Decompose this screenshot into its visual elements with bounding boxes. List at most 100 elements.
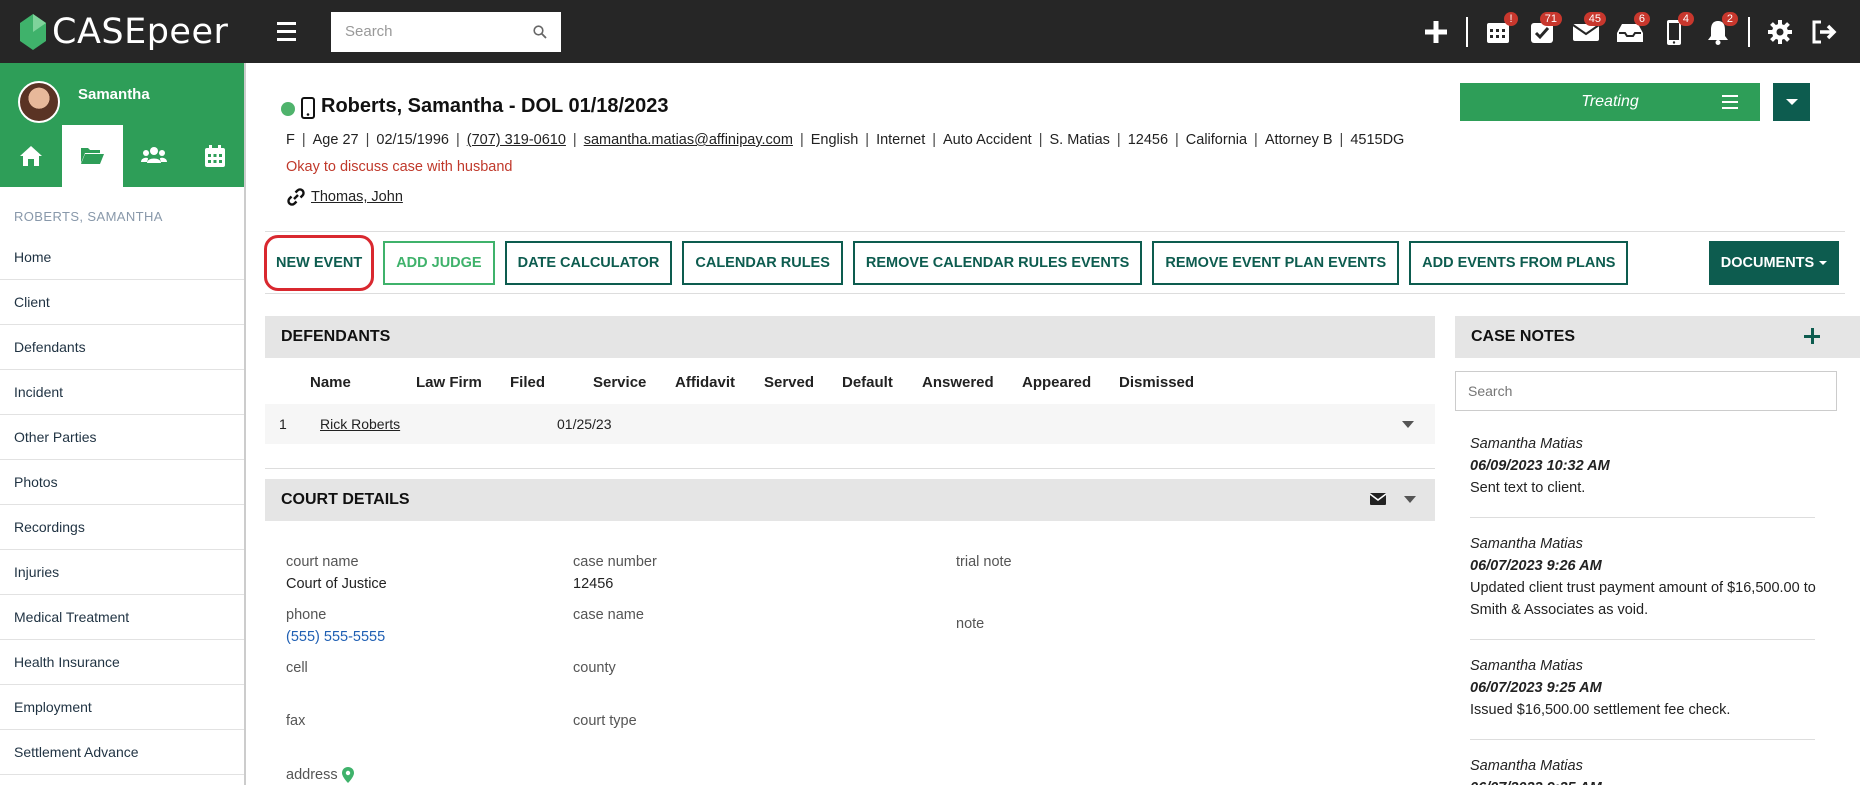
mail-button[interactable]: 45 <box>1564 0 1608 63</box>
divider <box>265 231 1845 232</box>
hamburger-icon <box>1722 95 1738 109</box>
column-appeared[interactable]: Appeared <box>1022 374 1091 391</box>
column-dismissed[interactable]: Dismissed <box>1119 374 1194 391</box>
add-judge-button[interactable]: ADD JUDGE <box>383 241 495 285</box>
table-row: 1 Rick Roberts 01/25/23 <box>265 404 1435 444</box>
info-separator: | <box>1175 132 1179 148</box>
new-event-label: NEW EVENT <box>276 255 363 271</box>
phone-label: phone <box>286 607 327 623</box>
case-title: Roberts, Samantha - DOL 01/18/2023 <box>321 95 669 117</box>
new-event-button[interactable]: NEW EVENT <box>263 235 375 291</box>
linked-contact: Thomas, John <box>286 187 403 207</box>
case-status-button[interactable]: Treating <box>1460 83 1760 121</box>
note-item[interactable]: Samantha Matias 06/07/2023 9:26 AM Updated… <box>1470 533 1820 621</box>
address-field: address <box>286 767 354 783</box>
note-timestamp: 06/09/2023 10:32 AM <box>1470 458 1610 474</box>
trial-note-label: trial note <box>956 554 1012 570</box>
column-law-firm[interactable]: Law Firm <box>416 374 482 391</box>
info-link[interactable]: samantha.matias@affinipay.com <box>584 132 793 148</box>
column-served[interactable]: Served <box>764 374 814 391</box>
add-events-from-plans-label: ADD EVENTS FROM PLANS <box>1422 255 1616 271</box>
court-details-actions <box>1370 493 1416 505</box>
info-item: English <box>810 132 859 148</box>
sidebar-item-injuries[interactable]: Injuries <box>0 550 244 595</box>
court-name-label: court name <box>286 554 359 570</box>
column-filed[interactable]: Filed <box>510 374 545 391</box>
remove-calendar-rules-events-button[interactable]: REMOVE CALENDAR RULES EVENTS <box>852 241 1143 285</box>
calendar-button[interactable]: ! <box>1476 0 1520 63</box>
info-link[interactable]: (707) 319-0610 <box>467 132 566 148</box>
sidebar-item-settlement-advance[interactable]: Settlement Advance <box>0 730 244 775</box>
note-item[interactable]: Samantha Matias 06/07/2023 9:25 AM Issued … <box>1470 655 1820 721</box>
chevron-down-icon[interactable] <box>1402 421 1414 428</box>
sidebar-item-other-parties[interactable]: Other Parties <box>0 415 244 460</box>
settings-button[interactable] <box>1758 0 1802 63</box>
defendant-name-link[interactable]: Rick Roberts <box>320 416 400 432</box>
remove-event-plan-events-label: REMOVE EVENT PLAN EVENTS <box>1165 255 1387 271</box>
sidebar-item-client[interactable]: Client <box>0 280 244 325</box>
case-info-line: F | Age 27 | 02/15/1996 | (707) 319-0610 | saman… <box>286 132 1404 148</box>
tab-cases[interactable] <box>61 125 123 187</box>
linked-contact-link[interactable]: Thomas, John <box>311 189 403 205</box>
add-note-plus-icon[interactable] <box>1804 328 1820 344</box>
logo[interactable]: CASEpeer <box>20 12 235 52</box>
notes-search-input[interactable] <box>1455 371 1837 411</box>
users-icon <box>140 147 167 163</box>
column-name[interactable]: Name <box>310 374 351 391</box>
search-icon[interactable] <box>533 24 547 39</box>
divider <box>1470 739 1815 740</box>
sidebar-item-photos[interactable]: Photos <box>0 460 244 505</box>
sidebar-item-medical-treatment[interactable]: Medical Treatment <box>0 595 244 640</box>
phone-button[interactable]: 4 <box>1652 0 1696 63</box>
case-alert-note: Okay to discuss case with husband <box>286 159 513 175</box>
tasks-button[interactable]: 71 <box>1520 0 1564 63</box>
phone-badge: 4 <box>1677 12 1694 26</box>
chevron-down-icon[interactable] <box>1404 495 1416 503</box>
phone-link[interactable]: (555) 555-5555 <box>286 629 385 645</box>
column-affidavit[interactable]: Affidavit <box>675 374 735 391</box>
notifications-button[interactable]: 2 <box>1696 0 1740 63</box>
sidebar-item-incident[interactable]: Incident <box>0 370 244 415</box>
avatar[interactable] <box>18 81 60 123</box>
info-item: Attorney B <box>1264 132 1333 148</box>
tab-home[interactable] <box>0 125 62 187</box>
inbox-button[interactable]: 6 <box>1608 0 1652 63</box>
sidebar-item-health-insurance[interactable]: Health Insurance <box>0 640 244 685</box>
sidebar-items: Home Client Defendants Incident Other Partie… <box>0 235 244 775</box>
global-search[interactable] <box>331 11 561 52</box>
case-notes-title: CASE NOTES <box>1471 328 1576 345</box>
logout-button[interactable] <box>1802 0 1846 63</box>
note-item[interactable]: Samantha Matias 06/07/2023 9:25 AM <box>1470 755 1820 785</box>
remove-event-plan-events-button[interactable]: REMOVE EVENT PLAN EVENTS <box>1152 241 1400 285</box>
documents-button[interactable]: DOCUMENTS <box>1709 241 1839 285</box>
tab-calendar[interactable] <box>185 125 247 187</box>
envelope-icon[interactable] <box>1370 493 1386 505</box>
row-number: 1 <box>279 416 287 432</box>
add-judge-label: ADD JUDGE <box>396 255 482 271</box>
county-label: county <box>573 660 616 676</box>
status-dropdown-button[interactable] <box>1773 83 1810 121</box>
global-search-input[interactable] <box>345 23 533 40</box>
sidebar-item-employment[interactable]: Employment <box>0 685 244 730</box>
court-details-header: COURT DETAILS <box>265 479 1435 521</box>
column-answered[interactable]: Answered <box>922 374 994 391</box>
date-calculator-button[interactable]: DATE CALCULATOR <box>504 241 673 285</box>
add-button[interactable] <box>1414 0 1458 63</box>
info-separator: | <box>572 132 577 148</box>
main-menu-button[interactable] <box>277 12 311 52</box>
sidebar-item-defendants[interactable]: Defendants <box>0 325 244 370</box>
map-pin-icon[interactable] <box>341 767 354 783</box>
add-events-from-plans-button[interactable]: ADD EVENTS FROM PLANS <box>1409 241 1629 285</box>
note-item[interactable]: Samantha Matias 06/09/2023 10:32 AM Sent t… <box>1470 433 1820 499</box>
tab-contacts[interactable] <box>123 125 185 187</box>
remove-calendar-rules-events-label: REMOVE CALENDAR RULES EVENTS <box>865 255 1130 271</box>
info-item: Auto Accident <box>943 132 1032 148</box>
sidebar-item-recordings[interactable]: Recordings <box>0 505 244 550</box>
column-service[interactable]: Service <box>593 374 646 391</box>
calendar-rules-button[interactable]: CALENDAR RULES <box>682 241 843 285</box>
column-default[interactable]: Default <box>842 374 893 391</box>
info-separator: | <box>1038 132 1043 148</box>
folder-open-icon <box>81 148 105 164</box>
sidebar-item-home[interactable]: Home <box>0 235 244 280</box>
gear-icon <box>1768 19 1792 44</box>
